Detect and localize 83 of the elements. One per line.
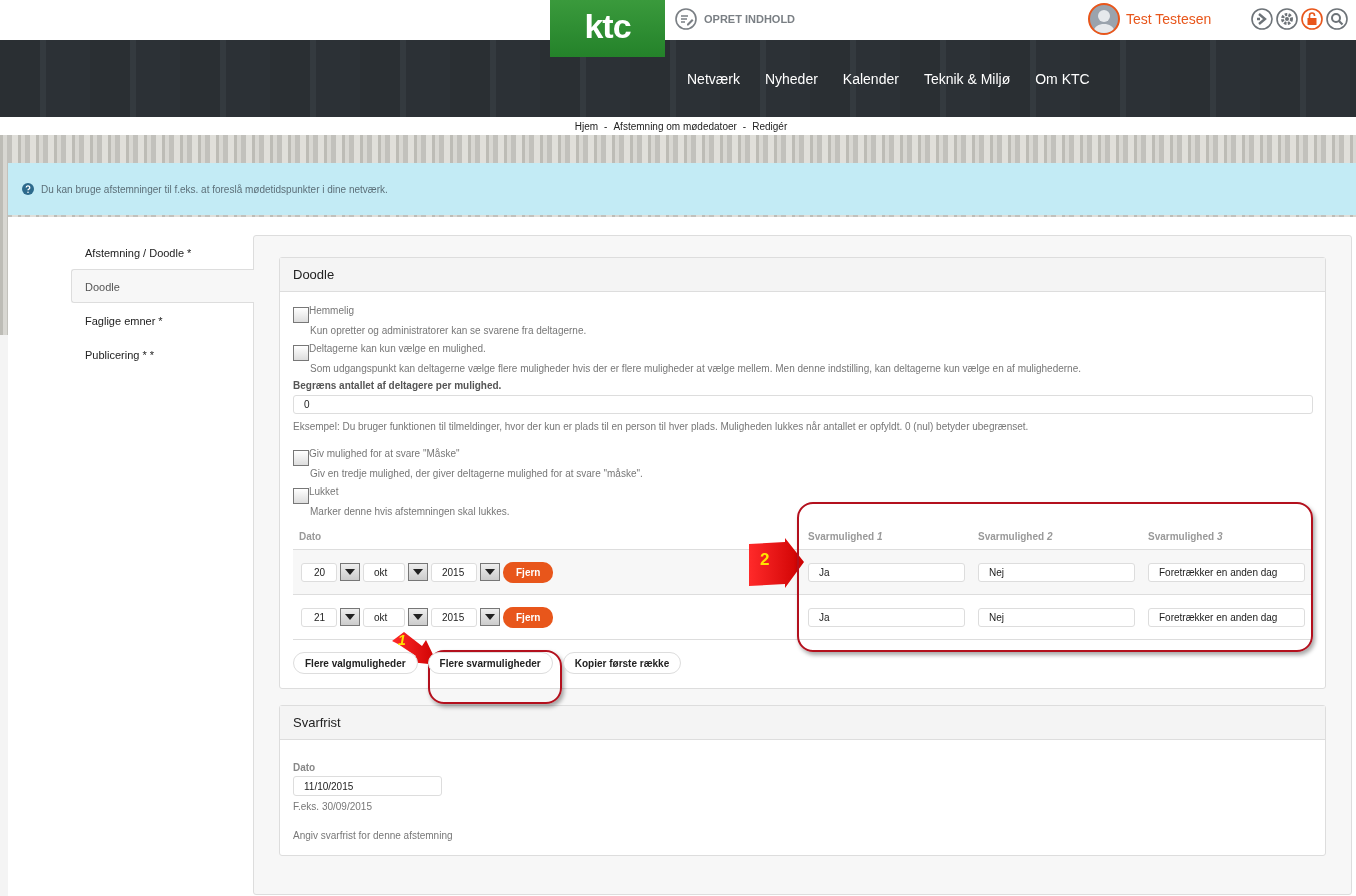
card-title: Svarfrist xyxy=(280,706,1325,740)
search-icon xyxy=(1326,8,1348,30)
callout-number: 1 xyxy=(398,632,406,648)
settings-button[interactable] xyxy=(1276,8,1298,30)
caret-down-icon xyxy=(485,614,495,620)
user-name-link[interactable]: Test Testesen xyxy=(1126,11,1212,27)
breadcrumb-link[interactable]: Afstemning om mødedatoer xyxy=(613,120,737,132)
select-field[interactable]: 2015 xyxy=(431,607,477,627)
callout-number: 2 xyxy=(760,550,770,570)
ktc-logo[interactable]: ktc xyxy=(550,0,665,57)
dropdown-button[interactable] xyxy=(340,563,360,581)
callout-arrow xyxy=(749,538,805,590)
field-label: Begræns antallet af deltagere per mulighed. xyxy=(293,380,503,391)
sidebar-tab[interactable]: Publicering * * xyxy=(71,337,253,371)
caret-down-icon xyxy=(345,614,355,620)
nav-link[interactable]: Netværk xyxy=(687,70,740,87)
search-button[interactable] xyxy=(1326,8,1348,30)
breadcrumb-link[interactable]: Redigér xyxy=(752,120,788,132)
create-content-link[interactable]: OPRET INDHOLD xyxy=(675,8,796,30)
settings-icon xyxy=(1276,8,1298,30)
select-field[interactable]: 21 xyxy=(301,607,337,627)
card-title: Doodle xyxy=(280,258,1325,292)
select-field[interactable]: okt xyxy=(363,607,405,627)
help-text: Som udgangspunkt kan deltagerne vælge flere muligheder hvis der er flere muligheder at vælge mellem. Men denne indstilling, kan deltagerne kun vælge en af mulighederne. xyxy=(309,362,1082,376)
checkbox-label: Deltagerne kan kun vælge en mulighed. xyxy=(309,342,486,356)
help-icon xyxy=(22,183,34,195)
answer-field[interactable]: Ja xyxy=(808,607,965,627)
dropdown-button[interactable] xyxy=(408,563,428,581)
checkbox-label: Hemmelig xyxy=(309,304,354,318)
date-field[interactable]: 11/10/2015 xyxy=(293,776,442,796)
action-button[interactable]: Flere svarmuligheder xyxy=(427,652,553,674)
breadcrumb-separator: - xyxy=(604,120,608,132)
sidebar-tab[interactable]: Doodle xyxy=(71,269,254,303)
dropdown-button[interactable] xyxy=(408,608,428,626)
column-header: Svarmulighed 1 xyxy=(808,530,883,542)
help-text: Marker denne hvis afstemningen skal lukkes. xyxy=(309,505,511,519)
answer-field[interactable]: Nej xyxy=(978,562,1135,582)
checkbox[interactable] xyxy=(293,345,309,361)
nav-link[interactable]: Kalender xyxy=(842,70,899,87)
select-field[interactable]: okt xyxy=(363,562,405,582)
breadcrumb-separator: - xyxy=(742,120,747,132)
column-header: Svarmulighed 3 xyxy=(1148,530,1223,542)
edit-icon xyxy=(675,8,697,30)
sidebar-tab[interactable]: Afstemning / Doodle * xyxy=(71,235,253,269)
lock-button[interactable] xyxy=(1301,8,1323,30)
help-text: F.eks. 30/09/2015 xyxy=(293,801,373,812)
action-button[interactable]: Flere valgmuligheder xyxy=(293,652,418,674)
answer-field[interactable]: Ja xyxy=(808,562,965,582)
help-text: Angiv svarfrist for denne afstemning xyxy=(293,830,454,841)
checkbox-label: Giv mulighed for at svare "Måske" xyxy=(309,447,460,461)
caret-down-icon xyxy=(485,569,495,575)
lock-icon xyxy=(1301,8,1323,30)
action-button[interactable]: Kopier første række xyxy=(562,652,682,674)
checkbox[interactable] xyxy=(293,488,309,504)
checkbox[interactable] xyxy=(293,307,309,323)
sidebar-tab[interactable]: Faglige emner * xyxy=(71,303,253,337)
caret-down-icon xyxy=(413,614,423,620)
user-avatar[interactable] xyxy=(1088,3,1120,35)
answer-field[interactable]: Foretrækker en anden dag xyxy=(1148,607,1305,627)
select-field[interactable]: 20 xyxy=(301,562,337,582)
dropdown-button[interactable] xyxy=(340,608,360,626)
dropdown-button[interactable] xyxy=(480,563,500,581)
help-text: Eksempel: Du bruger funktionen til tilmeldinger, hvor der kun er plads til en person til hver plads. Muligheden lukkes når antallet er opfyldt. 0 (nul) betyder ubegrænset. xyxy=(293,420,1030,434)
checkbox-label: Lukket xyxy=(309,485,339,499)
breadcrumb-link[interactable]: Hjem xyxy=(574,120,599,132)
caret-down-icon xyxy=(345,569,355,575)
caret-down-icon xyxy=(413,569,423,575)
field-label: Dato xyxy=(293,762,317,773)
help-text: Kun opretter og administratorer kan se svarene fra deltagerne. xyxy=(309,324,588,338)
nav-link[interactable]: Teknik & Miljø xyxy=(923,70,1011,87)
answer-field[interactable]: Nej xyxy=(978,607,1135,627)
select-field[interactable]: 2015 xyxy=(431,562,477,582)
nav-link[interactable]: Nyheder xyxy=(764,70,818,87)
nav-link[interactable]: Om KTC xyxy=(1035,70,1090,87)
dropdown-button[interactable] xyxy=(480,608,500,626)
info-text: Du kan bruge afstemninger til f.eks. at foreslå mødetidspunkter i dine netværk. xyxy=(41,183,388,195)
answer-field[interactable]: Foretrækker en anden dag xyxy=(1148,562,1305,582)
input-field[interactable]: 0 xyxy=(293,395,1313,414)
help-text: Giv en tredje mulighed, der giver deltagerne mulighed for at svare "måske". xyxy=(309,467,644,481)
remove-button[interactable]: Fjern xyxy=(503,606,554,628)
remove-button[interactable]: Fjern xyxy=(503,561,554,583)
column-header: Svarmulighed 2 xyxy=(978,530,1053,542)
checkbox[interactable] xyxy=(293,450,309,466)
